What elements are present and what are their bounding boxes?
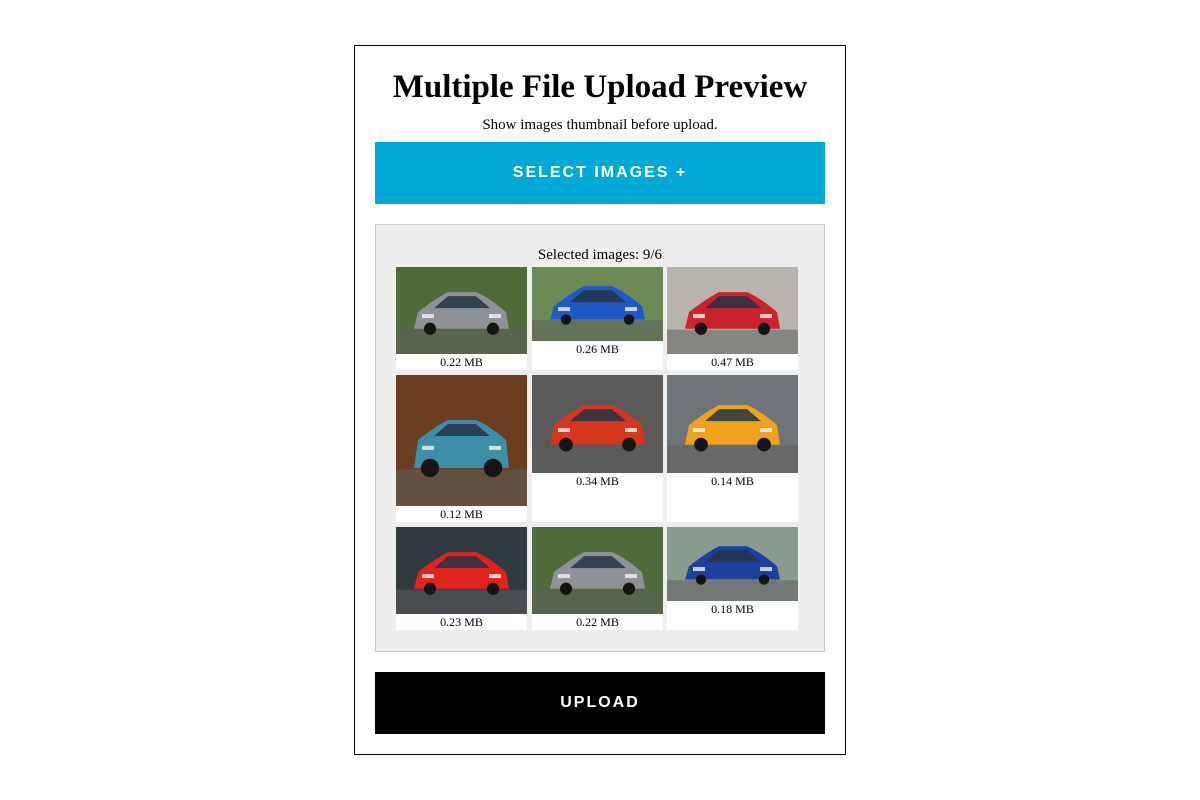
image-thumbnail bbox=[667, 375, 798, 473]
car-photo bbox=[396, 375, 527, 506]
image-thumbnail bbox=[396, 527, 527, 614]
car-photo bbox=[532, 375, 663, 473]
image-tile: 0.34 MB bbox=[532, 375, 663, 522]
image-tile: 0.26 MB bbox=[532, 267, 663, 370]
image-thumbnail bbox=[532, 375, 663, 473]
image-size-label: 0.22 MB bbox=[576, 615, 619, 629]
upload-card: Multiple File Upload Preview Show images… bbox=[354, 45, 846, 755]
image-tile: 0.23 MB bbox=[396, 527, 527, 630]
image-size-label: 0.34 MB bbox=[576, 474, 619, 488]
page-subtitle: Show images thumbnail before upload. bbox=[482, 117, 718, 133]
car-photo bbox=[667, 375, 798, 473]
image-tile: 0.47 MB bbox=[667, 267, 798, 370]
image-tile: 0.22 MB bbox=[532, 527, 663, 630]
image-thumbnail bbox=[396, 375, 527, 506]
image-thumbnail bbox=[532, 267, 663, 341]
car-photo bbox=[532, 267, 663, 341]
car-photo bbox=[667, 527, 798, 601]
image-size-label: 0.47 MB bbox=[711, 355, 754, 369]
image-tile: 0.18 MB bbox=[667, 527, 798, 630]
image-size-label: 0.23 MB bbox=[440, 615, 483, 629]
image-size-label: 0.14 MB bbox=[711, 474, 754, 488]
select-images-button[interactable]: SELECT IMAGES + bbox=[375, 142, 825, 204]
car-photo bbox=[532, 527, 663, 614]
thumbnail-grid: 0.22 MB 0.26 MB 0.47 MB 0.12 MB 0.34 MB 0.14 … bbox=[396, 267, 800, 631]
preview-area: Selected images: 9/6 0.22 MB 0.26 MB 0.47 … bbox=[375, 224, 825, 652]
image-tile: 0.12 MB bbox=[396, 375, 527, 522]
image-size-label: 0.22 MB bbox=[440, 355, 483, 369]
image-tile: 0.22 MB bbox=[396, 267, 527, 370]
upload-button[interactable]: UPLOAD bbox=[375, 672, 825, 734]
car-photo bbox=[396, 527, 527, 614]
image-thumbnail bbox=[396, 267, 527, 354]
image-size-label: 0.12 MB bbox=[440, 507, 483, 521]
image-size-label: 0.26 MB bbox=[576, 342, 619, 356]
selected-count: Selected images: 9/6 bbox=[537, 247, 663, 263]
car-photo bbox=[396, 267, 527, 354]
image-size-label: 0.18 MB bbox=[711, 602, 754, 616]
image-tile: 0.14 MB bbox=[667, 375, 798, 522]
page-title: Multiple File Upload Preview bbox=[392, 69, 808, 105]
image-thumbnail bbox=[667, 527, 798, 601]
image-thumbnail bbox=[532, 527, 663, 614]
image-thumbnail bbox=[667, 267, 798, 354]
car-photo bbox=[667, 267, 798, 354]
